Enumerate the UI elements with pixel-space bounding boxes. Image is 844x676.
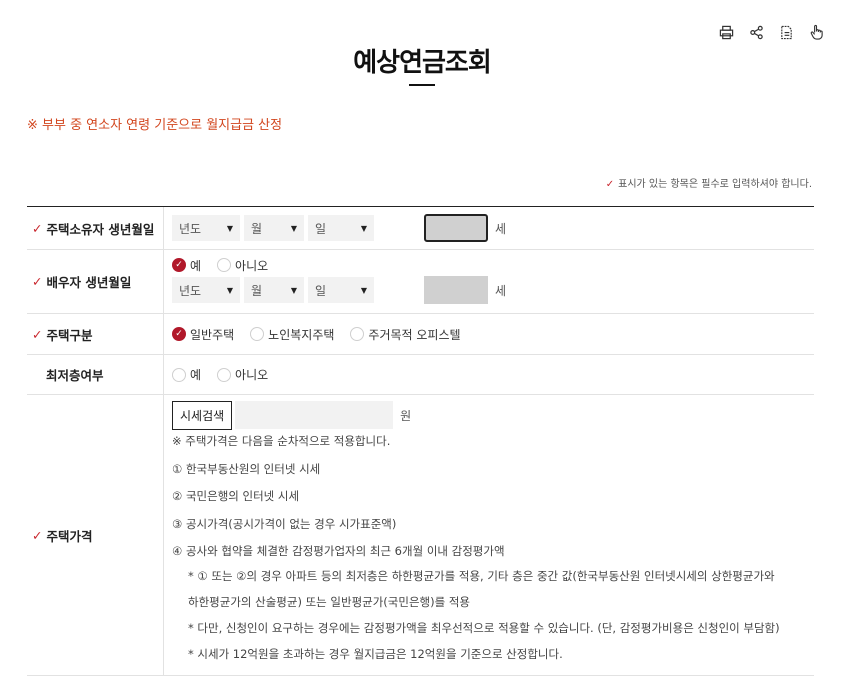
radio-unchecked-icon [217, 367, 232, 382]
price-notes: ※ 주택가격은 다음을 순차적으로 적용합니다. ① 한국부동산원의 인터넷 시… [172, 428, 806, 667]
radio-unchecked-icon [350, 327, 365, 341]
spouse-birth-label: 배우자 생년월일 [46, 275, 132, 290]
lowest-floor-label: 최저층여부 [46, 368, 104, 383]
house-type-general-radio[interactable]: ✓ 일반주택 [172, 326, 234, 343]
row-label: ✓ 배우자 생년월일 [27, 250, 164, 313]
house-type-option: 일반주택 [190, 327, 235, 342]
house-type-officetel-radio[interactable]: 주거목적 오피스텔 [350, 326, 461, 343]
lowest-floor-yes-radio[interactable]: 예 [172, 366, 201, 383]
spouse-year-value: 년도 [179, 283, 202, 298]
lowest-floor-no-label: 아니오 [235, 368, 269, 382]
toolbar [716, 22, 826, 42]
spouse-day-select[interactable]: 일 ▼ [308, 277, 374, 303]
row-label: 최저층여부 [27, 355, 164, 394]
price-note: ③ 공시가격(공시가격이 없는 경우 시가표준액) [172, 516, 397, 531]
dropdown-arrow-icon: ▼ [360, 285, 367, 295]
radio-unchecked-icon [217, 258, 232, 272]
document-icon[interactable] [776, 22, 796, 42]
house-price-input[interactable] [235, 401, 394, 429]
spouse-month-select[interactable]: 월 ▼ [244, 277, 304, 303]
house-type-option: 주거목적 오피스텔 [368, 327, 461, 342]
notice-text: ※ 부부 중 연소자 연령 기준으로 월지급금 산정 [27, 118, 283, 133]
spouse-yes-radio[interactable]: ✓ 예 [172, 257, 201, 274]
price-subnote: * 시세가 12억원을 초과하는 경우 월지급금은 12억원을 기준으로 산정합… [188, 646, 563, 661]
check-icon: ✓ [32, 274, 43, 289]
radio-unchecked-icon [172, 367, 186, 382]
required-notice-text: 표시가 있는 항목은 필수로 입력하셔야 합니다. [618, 179, 812, 190]
share-icon[interactable] [746, 22, 766, 42]
spouse-day-value: 일 [315, 283, 327, 298]
age-unit: 세 [495, 221, 507, 236]
lowest-floor-yes-label: 예 [190, 368, 202, 382]
dropdown-arrow-icon: ▼ [290, 285, 297, 295]
price-unit: 원 [400, 408, 412, 423]
print-icon[interactable] [716, 22, 736, 42]
owner-day-select[interactable]: 일 ▼ [308, 215, 374, 241]
row-label: ✓ 주택구분 [27, 314, 164, 354]
house-type-senior-radio[interactable]: 노인복지주택 [250, 326, 334, 343]
dropdown-arrow-icon: ▼ [290, 223, 297, 233]
check-icon: ✓ [32, 220, 43, 236]
house-price-label: 주택가격 [46, 528, 93, 544]
dropdown-arrow-icon: ▼ [226, 285, 233, 295]
price-subnote: * ① 또는 ②의 경우 아파트 등의 최저층은 하한평균가를 적용, 기타 층… [188, 568, 775, 583]
row-house-price: ✓ 주택가격 시세검색 원 ※ 주택가격은 다음을 순차적으로 적용합니다. ① … [27, 395, 814, 676]
row-lowest-floor: 최저층여부 예 아니오 [27, 355, 814, 395]
price-subnote: 하한평균가의 산술평균) 또는 일반평균가(국민은행)를 적용 [188, 594, 470, 609]
spouse-no-radio[interactable]: 아니오 [217, 257, 268, 274]
dropdown-arrow-icon: ▼ [226, 223, 233, 233]
owner-birth-label: 주택소유자 생년월일 [46, 221, 155, 237]
row-spouse-birth: ✓ 배우자 생년월일 ✓ 예 아니오 년도 ▼ 월 ▼ 일 ▼ 세 [27, 250, 814, 314]
row-owner-birth: ✓ 주택소유자 생년월일 년도 ▼ 월 ▼ 일 ▼ 세 [27, 207, 814, 250]
spouse-yes-label: 예 [190, 258, 202, 273]
title-underline [409, 84, 435, 86]
form-table: ✓ 주택소유자 생년월일 년도 ▼ 월 ▼ 일 ▼ 세 ✓ 배우자 생년월일 ✓ 예 아니오… [27, 206, 814, 676]
required-notice: ✓ 표시가 있는 항목은 필수로 입력하셔야 합니다. [606, 175, 812, 190]
page-title: 예상연금조회 [353, 48, 492, 78]
spouse-no-label: 아니오 [235, 258, 269, 273]
age-unit: 세 [495, 283, 507, 298]
price-search-button[interactable]: 시세검색 [172, 400, 233, 430]
hand-cursor-icon[interactable] [806, 22, 826, 42]
row-house-type: ✓ 주택구분 ✓ 일반주택 노인복지주택 주거목적 오피스텔 [27, 314, 814, 355]
owner-month-value: 월 [251, 221, 263, 236]
owner-year-select[interactable]: 년도 ▼ [172, 215, 240, 241]
owner-day-value: 일 [315, 221, 327, 236]
row-label: ✓ 주택가격 [27, 395, 164, 675]
spouse-year-select[interactable]: 년도 ▼ [172, 277, 240, 303]
spouse-month-value: 월 [251, 283, 263, 298]
price-note: ② 국민은행의 인터넷 시세 [172, 489, 300, 503]
price-note: ① 한국부동산원의 인터넷 시세 [172, 461, 321, 476]
row-label: ✓ 주택소유자 생년월일 [27, 207, 164, 249]
price-note: ※ 주택가격은 다음을 순차적으로 적용합니다. [172, 434, 391, 448]
house-type-option: 노인복지주택 [268, 327, 335, 342]
owner-age-field[interactable] [424, 214, 488, 242]
spouse-age-field[interactable] [424, 276, 488, 304]
price-note: ④ 공사와 협약을 체결한 감정평가업자의 최근 6개월 이내 감정평가액 [172, 544, 505, 558]
radio-checked-icon: ✓ [172, 327, 186, 341]
house-type-label: 주택구분 [46, 327, 93, 343]
dropdown-arrow-icon: ▼ [360, 223, 367, 233]
owner-month-select[interactable]: 월 ▼ [244, 215, 304, 241]
lowest-floor-no-radio[interactable]: 아니오 [217, 366, 268, 383]
radio-checked-icon: ✓ [172, 258, 186, 272]
check-icon: ✓ [605, 179, 615, 190]
radio-unchecked-icon [250, 327, 265, 341]
price-subnote: * 다만, 신청인이 요구하는 경우에는 감정평가액을 최우선적으로 적용할 수… [188, 620, 780, 635]
owner-year-value: 년도 [179, 221, 202, 236]
check-icon: ✓ [32, 527, 43, 543]
check-icon: ✓ [32, 326, 43, 342]
